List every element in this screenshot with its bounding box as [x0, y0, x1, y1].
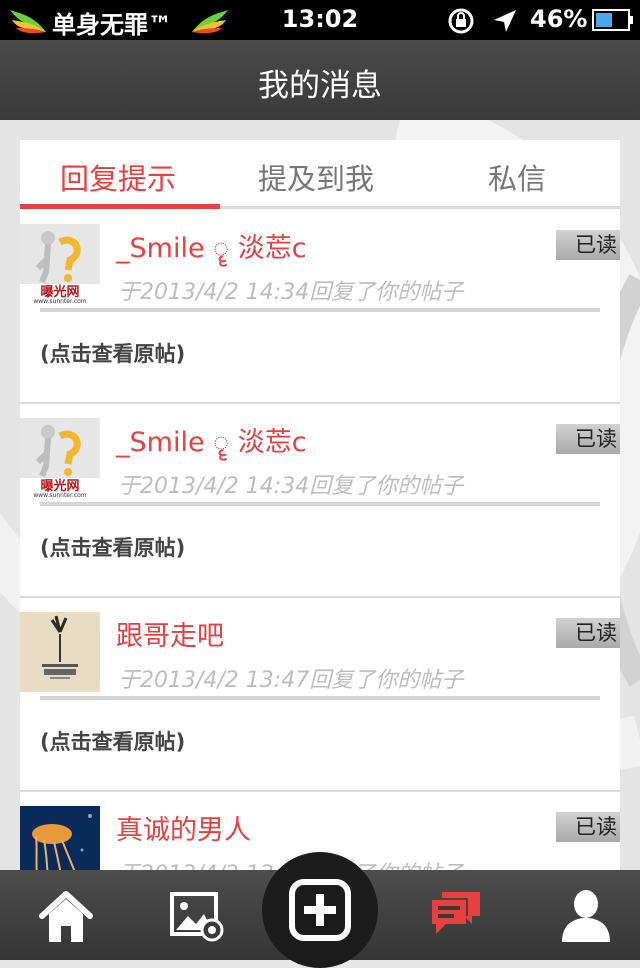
- message-panel: 回复提示 提及到我 私信 曝光网 www.sunnter.com _Smile …: [20, 140, 620, 870]
- reply-timestamp: 于2013/4/2 13:47回复了你的帖子: [118, 668, 464, 693]
- home-icon[interactable]: [38, 890, 94, 944]
- username[interactable]: 跟哥走吧: [116, 614, 224, 653]
- compose-plus-icon[interactable]: [288, 878, 352, 942]
- profile-icon[interactable]: [560, 888, 612, 944]
- read-status-badge: 已读: [556, 618, 620, 648]
- reply-timestamp: 于2013/4/2 14:34回复了你的帖子: [118, 280, 464, 305]
- battery-icon: [592, 9, 633, 31]
- reply-timestamp: 于2013/4/2 14:34回复了你的帖子: [118, 474, 464, 499]
- read-status-badge: 已读: [556, 230, 620, 260]
- location-arrow-icon: [494, 10, 516, 32]
- sunnter-logo-avatar: 曝光网 www.sunnter.com: [20, 224, 100, 304]
- status-bar: 单身无罪™ 13:02 46%: [0, 0, 640, 40]
- svg-text:www.sunnter.com: www.sunnter.com: [33, 298, 86, 304]
- sunnter-logo-avatar: 曝光网 www.sunnter.com: [20, 418, 100, 498]
- jellyfish-photo-avatar: [20, 806, 100, 870]
- flower-photo-avatar: [20, 612, 100, 692]
- username[interactable]: _Smile ॄ 淡莣c: [116, 226, 307, 265]
- messages-icon[interactable]: [428, 888, 484, 944]
- view-original-post-link[interactable]: (点击查看原帖): [40, 338, 185, 368]
- nav-bar: 我的消息: [0, 40, 640, 120]
- view-original-post-link[interactable]: (点击查看原帖): [40, 726, 185, 756]
- tab-reply-notice[interactable]: 回复提示: [60, 156, 176, 198]
- active-tab-indicator: [20, 204, 220, 209]
- view-original-post-link[interactable]: (点击查看原帖): [40, 532, 185, 562]
- rotation-lock-icon: [448, 8, 474, 34]
- battery-percent: 46%: [530, 5, 588, 33]
- tab-private-messages[interactable]: 私信: [488, 156, 546, 198]
- read-status-badge: 已读: [556, 424, 620, 454]
- tab-mentions[interactable]: 提及到我: [258, 156, 374, 198]
- username[interactable]: _Smile ॄ 淡莣c: [116, 420, 307, 459]
- tab-strip: 回复提示 提及到我 私信: [20, 140, 620, 210]
- message-item[interactable]: 跟哥走吧 于2013/4/2 13:47回复了你的帖子 已读 (点击查看原帖): [20, 598, 620, 792]
- page-title: 我的消息: [258, 68, 382, 104]
- divider: [40, 502, 600, 506]
- svg-text:www.sunnter.com: www.sunnter.com: [33, 492, 86, 498]
- divider: [40, 308, 600, 312]
- username[interactable]: 真诚的男人: [116, 808, 251, 847]
- read-status-badge: 已读: [556, 812, 620, 842]
- photo-settings-icon[interactable]: [168, 890, 228, 944]
- message-item[interactable]: 曝光网 www.sunnter.com _Smile ॄ 淡莣c 于2013/4…: [20, 404, 620, 598]
- message-item[interactable]: 曝光网 www.sunnter.com _Smile ॄ 淡莣c 于2013/4…: [20, 210, 620, 404]
- divider: [40, 696, 600, 700]
